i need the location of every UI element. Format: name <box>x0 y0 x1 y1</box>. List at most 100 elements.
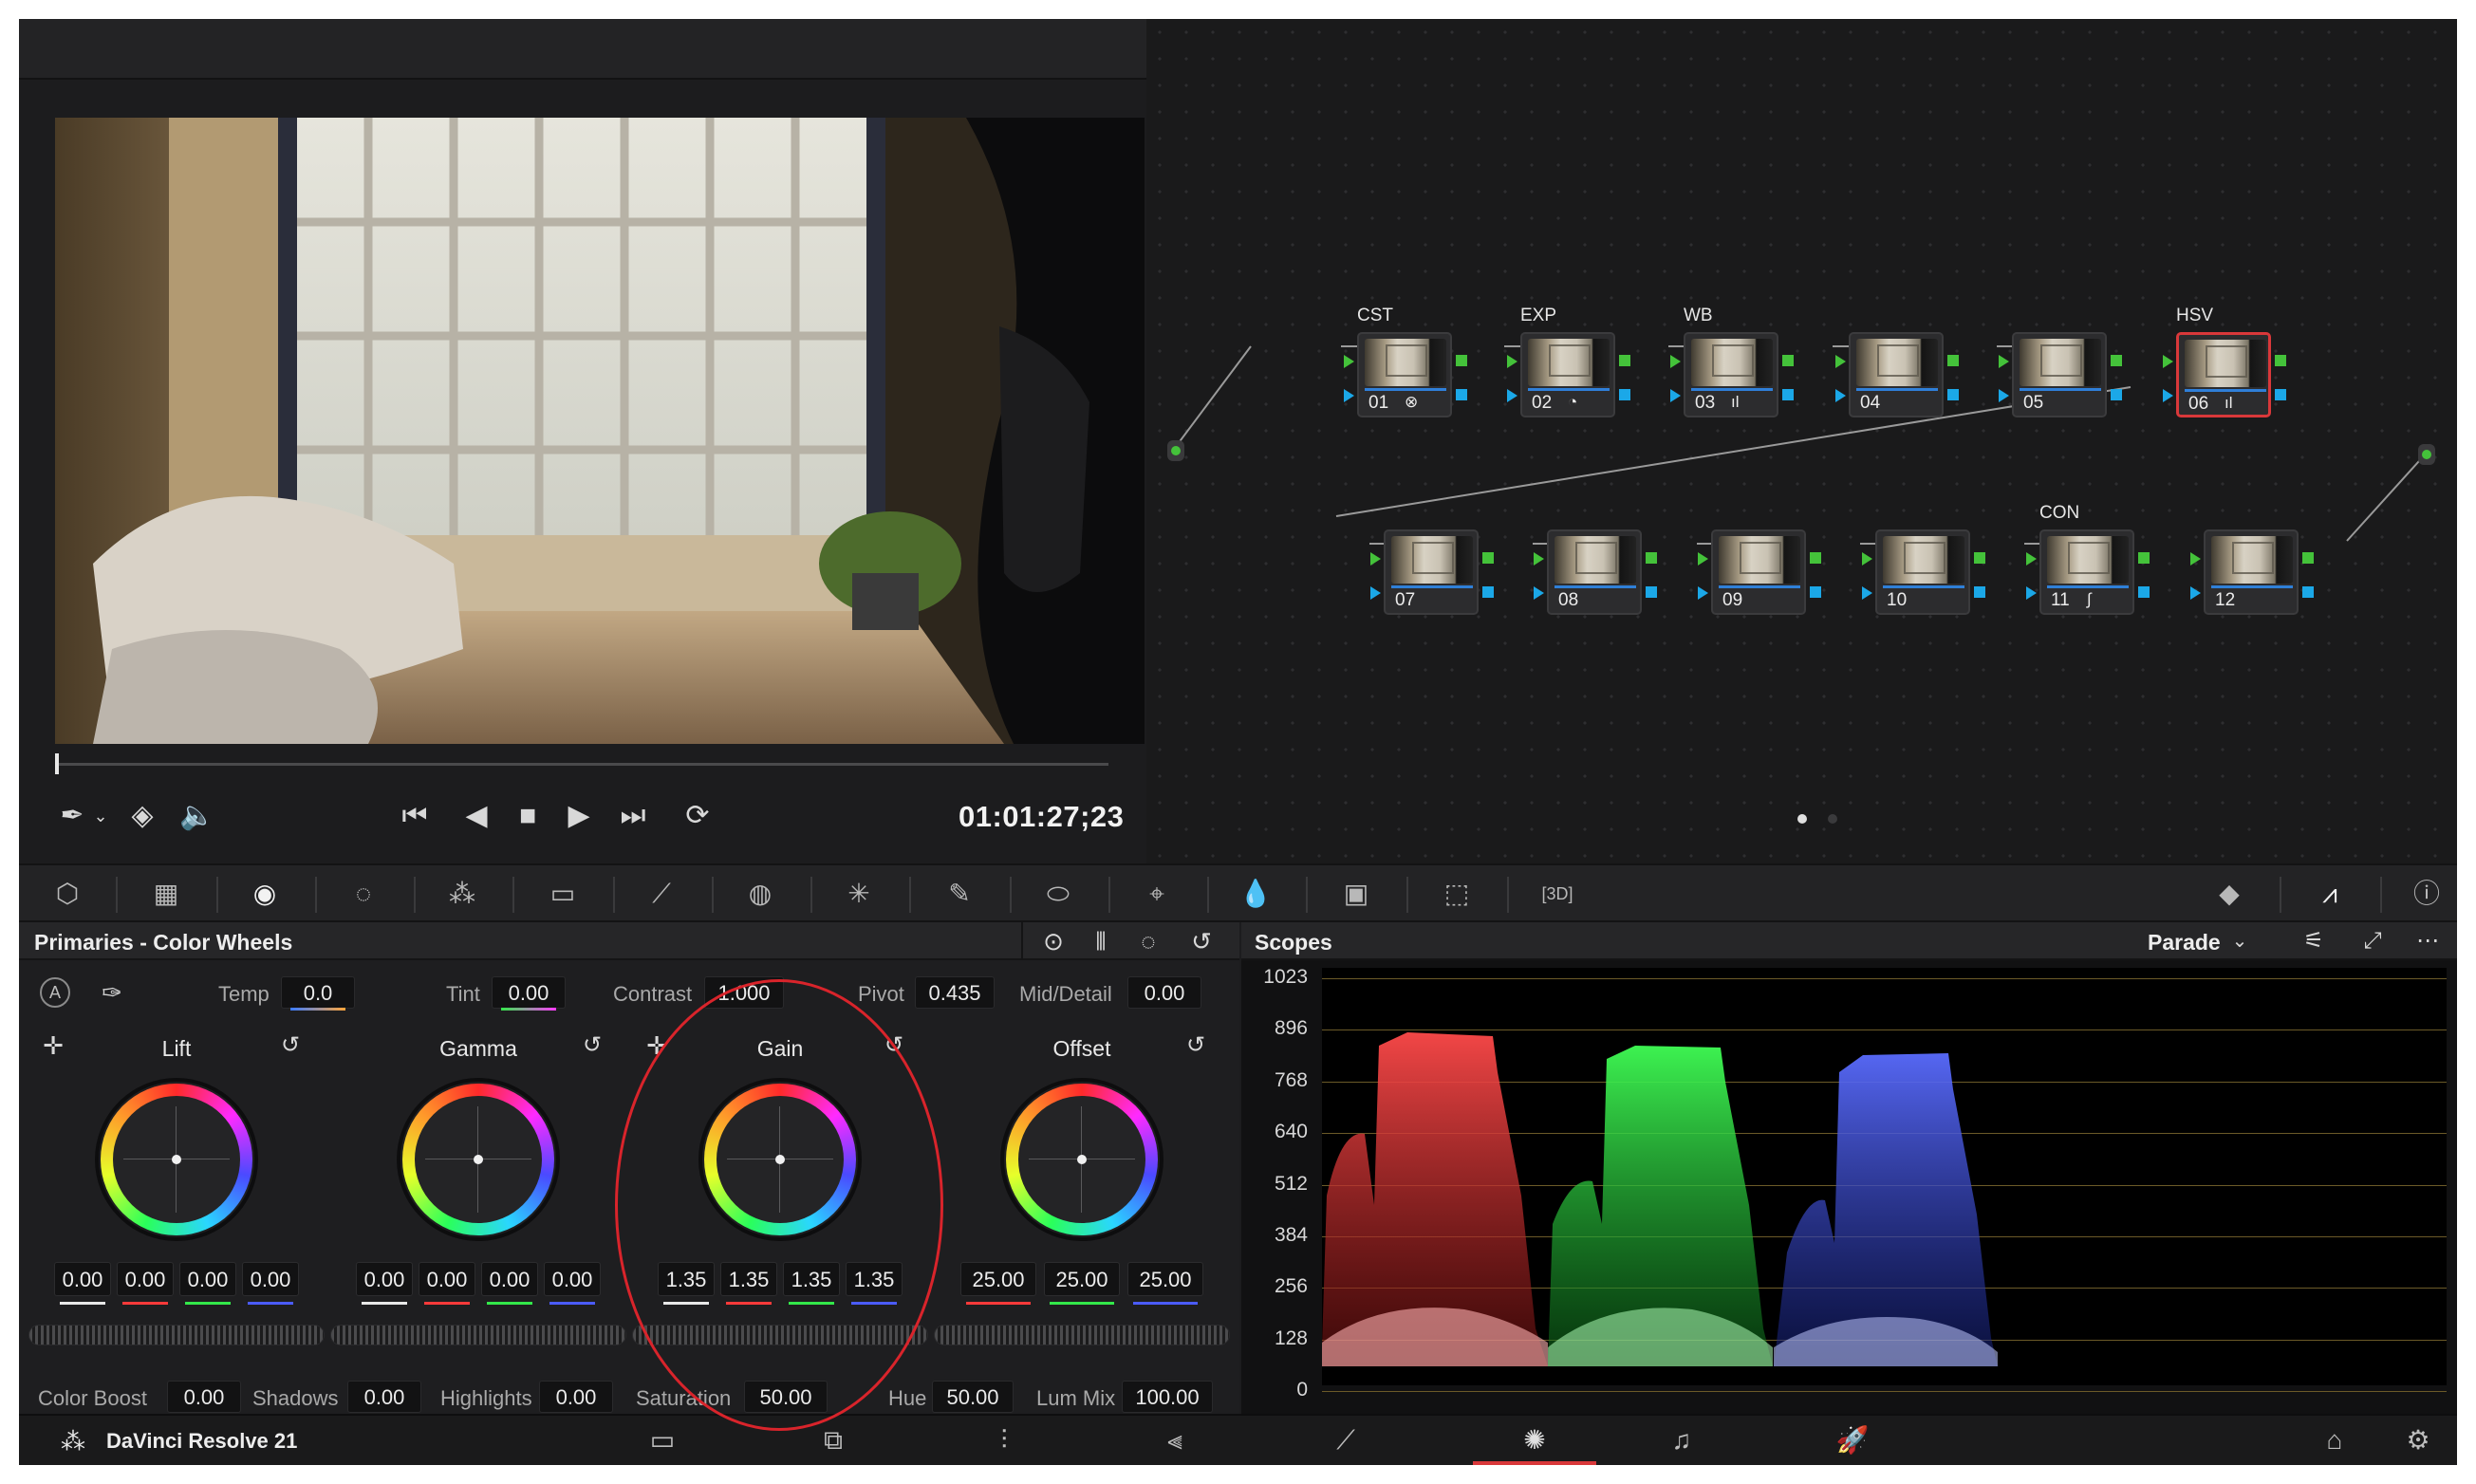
node-07[interactable]: 07 <box>1384 529 1479 615</box>
node-rgb-input[interactable] <box>1344 355 1354 368</box>
rgb-mixer-icon[interactable]: ⁂ <box>435 871 490 917</box>
color-warper-icon[interactable]: ✳ <box>831 871 886 917</box>
eyedropper-icon[interactable]: ✒ <box>53 797 91 835</box>
highlights-field[interactable]: 0.00 <box>539 1381 613 1413</box>
node-rgb-output[interactable] <box>1782 355 1794 366</box>
settings-gear-icon[interactable]: ⚙ <box>2380 1416 2456 1465</box>
grid-icon[interactable]: ▦ <box>139 871 194 917</box>
node-key-input[interactable] <box>1862 586 1872 600</box>
node-09[interactable]: 09 <box>1711 529 1806 615</box>
hue-field[interactable]: 50.00 <box>932 1381 1014 1413</box>
node-key-input[interactable] <box>1507 389 1517 402</box>
color-wheel[interactable] <box>95 1078 258 1241</box>
3d-icon[interactable]: [3D] <box>1530 871 1585 917</box>
tint-field[interactable]: 0.00 <box>492 976 566 1009</box>
fairlight-page-icon[interactable]: ♫ <box>1644 1416 1720 1465</box>
play-icon[interactable]: ▶ <box>560 797 598 835</box>
master-wheel[interactable] <box>934 1325 1230 1345</box>
node-rgb-output[interactable] <box>1646 552 1657 564</box>
color-page-icon[interactable]: ✺ <box>1473 1416 1596 1465</box>
hdr-wheel-icon[interactable]: ◌ <box>336 871 391 917</box>
more-options-icon[interactable]: ⋯ <box>2409 922 2447 960</box>
node-rgb-input[interactable] <box>1999 355 2009 368</box>
node-06[interactable]: 06 ıl <box>2176 332 2271 417</box>
wheel-reset-icon[interactable]: ↺ <box>573 1027 611 1065</box>
wheel-value-field[interactable]: 0.00 <box>179 1262 236 1296</box>
scopes-icon[interactable]: ⩘ <box>2302 871 2357 917</box>
edit-page-icon[interactable]: ⫶ <box>966 1416 1042 1465</box>
node-11[interactable]: 11 ∫ <box>2039 529 2134 615</box>
node-rgb-output[interactable] <box>2302 552 2314 564</box>
node-rgb-input[interactable] <box>1507 355 1517 368</box>
node-rgb-input[interactable] <box>1862 552 1872 566</box>
wheel-puck[interactable] <box>172 1155 181 1164</box>
node-rgb-input[interactable] <box>1835 355 1846 368</box>
node-rgb-output[interactable] <box>1456 355 1467 366</box>
picker-icon[interactable]: ✑ <box>93 974 131 1011</box>
info-icon[interactable]: ⓘ <box>2399 871 2454 917</box>
node-key-input[interactable] <box>1698 586 1708 600</box>
timeline-scrubber[interactable] <box>55 763 1108 766</box>
home-icon[interactable]: ⌂ <box>2297 1416 2373 1465</box>
master-wheel[interactable] <box>330 1325 626 1345</box>
node-key-output[interactable] <box>1619 389 1630 400</box>
node-rgb-input[interactable] <box>2190 552 2201 566</box>
node-rgb-output[interactable] <box>1974 552 1985 564</box>
node-rgb-input[interactable] <box>2163 355 2173 368</box>
node-key-output[interactable] <box>2138 586 2150 598</box>
node-rgb-output[interactable] <box>1810 552 1821 564</box>
video-frame[interactable] <box>55 118 1145 744</box>
node-rgb-input[interactable] <box>1370 552 1381 566</box>
wheel-value-field[interactable]: 0.00 <box>54 1262 111 1296</box>
wheel-value-field[interactable]: 0.00 <box>419 1262 475 1296</box>
wheel-value-field[interactable]: 25.00 <box>1127 1262 1203 1296</box>
curves-icon[interactable]: ⟋ <box>634 871 689 917</box>
middetail-field[interactable]: 0.00 <box>1127 976 1201 1009</box>
shadows-field[interactable]: 0.00 <box>347 1381 421 1413</box>
node-rgb-input[interactable] <box>1698 552 1708 566</box>
node-key-output[interactable] <box>1456 389 1467 400</box>
media-page-icon[interactable]: ▭ <box>624 1416 700 1465</box>
node-04[interactable]: 04 <box>1849 332 1944 417</box>
node-key-input[interactable] <box>2026 586 2037 600</box>
node-key-output[interactable] <box>1782 389 1794 400</box>
wheel-puck[interactable] <box>474 1155 483 1164</box>
node-editor[interactable]: CST 01 ⊗ EXP 02 ◔ WB 03 ıl 04 05 HSV 06 ıl 07 08 09 10 CO… <box>1146 19 2457 863</box>
wheel-puck[interactable] <box>1077 1155 1087 1164</box>
sizing-icon[interactable]: ⬚ <box>1429 871 1484 917</box>
lummix-field[interactable]: 100.00 <box>1122 1381 1213 1413</box>
node-key-input[interactable] <box>1534 586 1544 600</box>
node-05[interactable]: 05 <box>2012 332 2107 417</box>
layers-icon[interactable]: ◈ <box>123 797 161 835</box>
colorboost-field[interactable]: 0.00 <box>167 1381 241 1413</box>
tracker-icon[interactable]: ⌖ <box>1129 871 1184 917</box>
wheel-value-field[interactable]: 0.00 <box>544 1262 601 1296</box>
fusion-page-icon[interactable]: ⫷ <box>1137 1416 1213 1465</box>
node-02[interactable]: 02 ◔ <box>1520 332 1615 417</box>
pivot-field[interactable]: 0.435 <box>915 976 995 1009</box>
color-wheels-mode-icon[interactable]: ⊙ <box>1034 922 1072 960</box>
primaries-bars-icon[interactable]: ⦀ <box>1082 922 1120 960</box>
graph-output[interactable] <box>2418 444 2435 465</box>
node-key-output[interactable] <box>1482 586 1494 598</box>
chevron-down-icon[interactable]: ⌄ <box>91 797 110 835</box>
playhead[interactable] <box>55 753 59 774</box>
node-rgb-output[interactable] <box>2275 355 2286 366</box>
keyframes-icon[interactable]: ◆ <box>2202 871 2257 917</box>
log-wheels-icon[interactable]: ◌ <box>1129 922 1167 960</box>
wheel-reset-icon[interactable]: ↺ <box>1177 1027 1215 1065</box>
wheel-value-field[interactable]: 25.00 <box>960 1262 1036 1296</box>
cube-icon[interactable]: ⬡ <box>40 871 95 917</box>
node-rgb-input[interactable] <box>1670 355 1681 368</box>
node-rgb-output[interactable] <box>1619 355 1630 366</box>
node-08[interactable]: 08 <box>1547 529 1642 615</box>
skip-to-end-icon[interactable]: ⏭ <box>609 797 657 835</box>
color-wheel[interactable] <box>397 1078 560 1241</box>
blur-icon[interactable]: 💧 <box>1228 871 1283 917</box>
node-key-input[interactable] <box>1344 389 1354 402</box>
deliver-page-icon[interactable]: 🚀 <box>1815 1416 1890 1465</box>
color-wheels-icon[interactable]: ◉ <box>237 871 292 917</box>
wheel-value-field[interactable]: 25.00 <box>1044 1262 1120 1296</box>
node-key-output[interactable] <box>2302 586 2314 598</box>
page-dot-active[interactable] <box>1797 814 1807 824</box>
